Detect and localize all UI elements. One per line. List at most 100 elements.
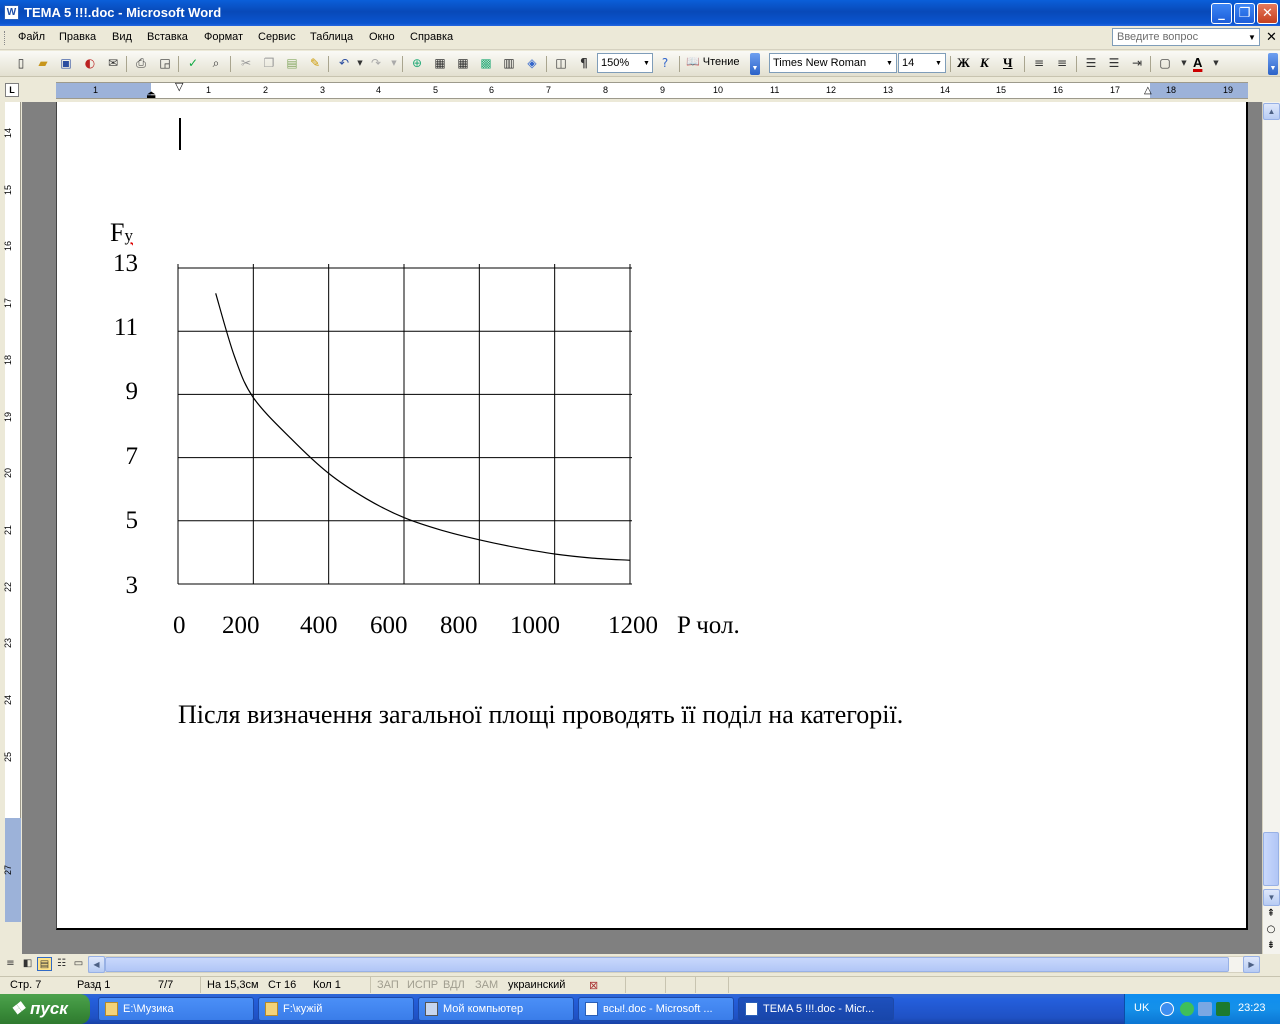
tray-expand-icon[interactable] bbox=[1160, 1002, 1174, 1016]
save-icon[interactable]: ▣ bbox=[58, 55, 74, 71]
font-name-select[interactable]: Times New Roman bbox=[769, 53, 897, 73]
paste-icon[interactable]: ▤ bbox=[284, 55, 300, 71]
undo-dropdown-icon[interactable]: ▼ bbox=[352, 55, 368, 71]
menu-insert[interactable]: Вставка bbox=[147, 31, 188, 43]
new-document-icon[interactable]: ▯ bbox=[13, 55, 29, 71]
word-app-icon[interactable]: W bbox=[4, 5, 19, 20]
right-indent-marker-icon[interactable]: △ bbox=[1144, 85, 1152, 96]
vertical-ruler[interactable] bbox=[5, 102, 21, 922]
taskbar-item-tema5-doc[interactable]: TEMA 5 !!!.doc - Micr... bbox=[738, 997, 894, 1021]
numbered-list-icon[interactable]: ☰ bbox=[1083, 55, 1099, 71]
insert-excel-icon[interactable]: ▩ bbox=[478, 55, 494, 71]
email-icon[interactable]: ✉ bbox=[105, 55, 121, 71]
print-icon[interactable]: ⎙ bbox=[133, 55, 149, 71]
research-icon[interactable]: ⌕ bbox=[208, 55, 224, 71]
help-icon[interactable]: ? bbox=[657, 55, 673, 71]
status-track-changes[interactable]: ИСПР bbox=[407, 979, 438, 991]
zoom-dropdown-icon[interactable]: ▼ bbox=[643, 60, 650, 67]
italic-button[interactable]: К bbox=[980, 55, 989, 71]
redo-dropdown-icon[interactable]: ▼ bbox=[386, 55, 402, 71]
menu-view[interactable]: Вид bbox=[112, 31, 132, 43]
show-hide-formatting-icon[interactable]: ¶ bbox=[576, 55, 592, 71]
font-color-button[interactable]: A bbox=[1193, 55, 1202, 70]
vertical-scroll-thumb[interactable] bbox=[1263, 832, 1279, 886]
app-tray-icon[interactable] bbox=[1216, 1002, 1230, 1016]
network-tray-icon[interactable] bbox=[1180, 1002, 1194, 1016]
tables-borders-icon[interactable]: ▦ bbox=[432, 55, 448, 71]
document-close-button[interactable]: ✕ bbox=[1266, 30, 1277, 45]
open-folder-icon[interactable]: ▰ bbox=[35, 55, 51, 71]
horizontal-scroll-thumb[interactable] bbox=[105, 957, 1229, 972]
document-map-icon[interactable]: ◫ bbox=[553, 55, 569, 71]
align-center-icon[interactable]: ≡ bbox=[1054, 55, 1070, 71]
underline-button[interactable]: Ч bbox=[1003, 55, 1013, 71]
menu-file[interactable]: Файл bbox=[18, 31, 45, 43]
copy-icon[interactable]: ❐ bbox=[261, 55, 277, 71]
outline-view-icon[interactable]: ☷ bbox=[54, 957, 69, 971]
next-page-icon[interactable]: ⇟ bbox=[1264, 940, 1278, 951]
spelling-status-icon[interactable]: ⊠ bbox=[589, 979, 598, 992]
taskbar-item-word-doc[interactable]: всы!.doc - Microsoft ... bbox=[578, 997, 734, 1021]
toolbar-options-icon[interactable]: ▼ bbox=[750, 53, 760, 75]
menu-grip[interactable] bbox=[4, 31, 7, 45]
borders-icon[interactable]: ▢ bbox=[1157, 55, 1173, 71]
menu-help[interactable]: Справка bbox=[410, 31, 453, 43]
minimize-button[interactable]: _ bbox=[1211, 3, 1232, 24]
taskbar-item-f-folder[interactable]: F:\кужій bbox=[258, 997, 414, 1021]
permission-icon[interactable]: ◐ bbox=[82, 55, 98, 71]
menu-edit[interactable]: Правка bbox=[59, 31, 96, 43]
bulleted-list-icon[interactable]: ☰ bbox=[1106, 55, 1122, 71]
reading-layout-button[interactable]: 📖 Чтение bbox=[686, 55, 739, 68]
scroll-left-icon[interactable]: ◀ bbox=[88, 956, 105, 973]
align-left-icon[interactable]: ≡ bbox=[1031, 55, 1047, 71]
normal-view-icon[interactable]: ≡ bbox=[3, 957, 18, 971]
columns-icon[interactable]: ▥ bbox=[501, 55, 517, 71]
format-painter-icon[interactable]: ✎ bbox=[307, 55, 323, 71]
select-browse-object-icon[interactable]: ○ bbox=[1264, 924, 1278, 935]
font-color-dropdown-icon[interactable]: ▼ bbox=[1208, 55, 1224, 71]
left-indent-marker-icon[interactable]: ⏏ bbox=[146, 88, 156, 101]
first-line-indent-marker-icon[interactable]: ▽ bbox=[175, 80, 183, 93]
borders-dropdown-icon[interactable]: ▼ bbox=[1176, 55, 1192, 71]
scroll-up-icon[interactable]: ▲ bbox=[1263, 103, 1280, 120]
font-size-dropdown-icon[interactable]: ▼ bbox=[935, 60, 942, 67]
body-paragraph[interactable]: Після визначення загальної площі проводя… bbox=[178, 700, 903, 730]
redo-icon[interactable]: ↷ bbox=[368, 55, 384, 71]
tab-selector[interactable]: L bbox=[5, 83, 19, 97]
menu-table[interactable]: Таблица bbox=[310, 31, 353, 43]
status-record[interactable]: ЗАП bbox=[377, 979, 399, 991]
scroll-down-icon[interactable]: ▼ bbox=[1263, 889, 1280, 906]
toolbar-overflow-icon[interactable]: ▼ bbox=[1268, 53, 1278, 75]
start-button[interactable]: ❖ пуск bbox=[0, 994, 90, 1024]
increase-indent-icon[interactable]: ⇥ bbox=[1129, 55, 1145, 71]
menu-tools[interactable]: Сервис bbox=[258, 31, 296, 43]
insert-table-icon[interactable]: ▦ bbox=[455, 55, 471, 71]
vertical-scrollbar[interactable] bbox=[1262, 102, 1280, 954]
reading-view-icon[interactable]: ▭ bbox=[71, 957, 86, 971]
restore-button[interactable]: ❐ bbox=[1234, 3, 1255, 24]
language-indicator[interactable]: UK bbox=[1134, 1002, 1149, 1014]
horizontal-ruler[interactable] bbox=[56, 82, 1248, 99]
drawing-icon[interactable]: ◈ bbox=[524, 55, 540, 71]
help-search-input[interactable]: Введите вопрос bbox=[1112, 28, 1260, 46]
menu-format[interactable]: Формат bbox=[204, 31, 243, 43]
bold-button[interactable]: Ж bbox=[957, 55, 970, 71]
volume-tray-icon[interactable] bbox=[1198, 1002, 1212, 1016]
web-layout-icon[interactable]: ◧ bbox=[20, 957, 35, 971]
status-overtype[interactable]: ЗАМ bbox=[475, 979, 498, 991]
hyperlink-icon[interactable]: ⊕ bbox=[409, 55, 425, 71]
cut-icon[interactable]: ✂ bbox=[238, 55, 254, 71]
taskbar-item-music-folder[interactable]: E:\Музика bbox=[98, 997, 254, 1021]
taskbar-item-my-computer[interactable]: Мой компьютер bbox=[418, 997, 574, 1021]
font-name-dropdown-icon[interactable]: ▼ bbox=[886, 60, 893, 67]
help-dropdown-icon[interactable]: ▼ bbox=[1248, 33, 1256, 42]
spelling-icon[interactable]: ✓ bbox=[185, 55, 201, 71]
status-language[interactable]: украинский bbox=[508, 979, 565, 991]
menu-window[interactable]: Окно bbox=[369, 31, 395, 43]
close-button[interactable]: ✕ bbox=[1257, 3, 1278, 24]
print-preview-icon[interactable]: ◲ bbox=[157, 55, 173, 71]
print-layout-icon[interactable]: ▤ bbox=[37, 957, 52, 971]
scroll-right-icon[interactable]: ▶ bbox=[1243, 956, 1260, 973]
undo-icon[interactable]: ↶ bbox=[336, 55, 352, 71]
status-extend[interactable]: ВДЛ bbox=[443, 979, 465, 991]
